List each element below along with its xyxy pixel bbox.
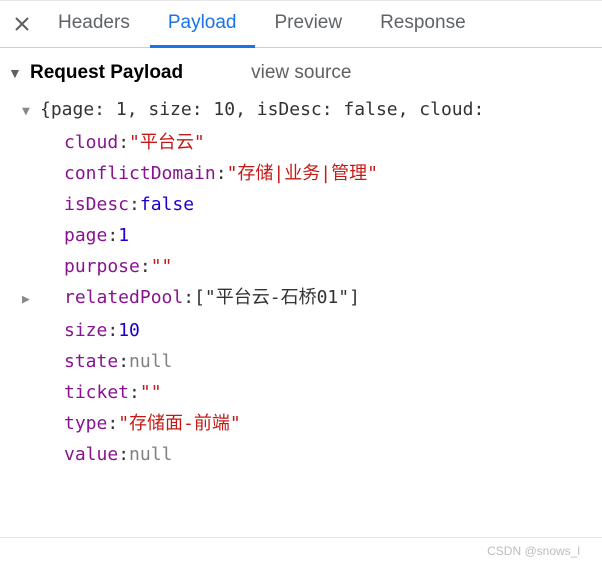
colon: : <box>140 251 151 282</box>
property-key: type <box>64 408 107 439</box>
colon: : <box>107 315 118 346</box>
section-title: Request Payload <box>30 62 183 84</box>
property-value: "平台云" <box>129 127 205 158</box>
tree-row[interactable]: conflictDomain: "存储|业务|管理" <box>22 158 602 189</box>
property-value: null <box>129 439 172 470</box>
tree-row[interactable]: isDesc: false <box>22 189 602 220</box>
colon: : <box>129 189 140 220</box>
property-key: cloud <box>64 127 118 158</box>
tree-row[interactable]: state: null <box>22 346 602 377</box>
colon: : <box>129 377 140 408</box>
property-key: isDesc <box>64 189 129 220</box>
devtools-tab-strip: Headers Payload Preview Response <box>0 0 602 48</box>
property-value: null <box>129 346 172 377</box>
colon: : <box>107 220 118 251</box>
tree-root[interactable]: ▼ {page: 1, size: 10, isDesc: false, clo… <box>22 94 602 127</box>
disclosure-triangle-icon[interactable]: ▼ <box>22 96 40 127</box>
property-key: size <box>64 315 107 346</box>
property-value: 1 <box>118 220 129 251</box>
property-value: "存储面-前端" <box>118 408 241 439</box>
disclosure-triangle-icon[interactable]: ▼ <box>8 65 22 81</box>
property-key: state <box>64 346 118 377</box>
property-value: ["平台云-石桥01"] <box>194 282 360 313</box>
colon: : <box>118 439 129 470</box>
property-key: ticket <box>64 377 129 408</box>
property-value: false <box>140 189 194 220</box>
property-value: "存储|业务|管理" <box>227 158 378 189</box>
property-value: 10 <box>118 315 140 346</box>
disclosure-triangle-icon[interactable]: ▶ <box>22 284 40 315</box>
tree-row[interactable]: value: null <box>22 439 602 470</box>
tab-headers[interactable]: Headers <box>40 2 148 48</box>
property-key: value <box>64 439 118 470</box>
tree-row[interactable]: ticket: "" <box>22 377 602 408</box>
watermark: CSDN @snows_l <box>487 544 580 558</box>
tree-row[interactable]: purpose: "" <box>22 251 602 282</box>
close-icon[interactable] <box>6 15 38 33</box>
property-key: conflictDomain <box>64 158 216 189</box>
tab-preview[interactable]: Preview <box>257 2 361 48</box>
tree-row[interactable]: cloud: "平台云" <box>22 127 602 158</box>
property-key: purpose <box>64 251 140 282</box>
tab-payload[interactable]: Payload <box>150 2 255 48</box>
tree-row[interactable]: size: 10 <box>22 315 602 346</box>
property-key: relatedPool <box>64 282 183 313</box>
colon: : <box>118 127 129 158</box>
object-summary: {page: 1, size: 10, isDesc: false, cloud… <box>40 94 484 125</box>
colon: : <box>118 346 129 377</box>
tree-row[interactable]: page: 1 <box>22 220 602 251</box>
colon: : <box>216 158 227 189</box>
section-header: ▼ Request Payload view source <box>0 48 602 94</box>
view-source-link[interactable]: view source <box>251 62 351 84</box>
property-key: page <box>64 220 107 251</box>
property-value: "" <box>151 251 173 282</box>
colon: : <box>107 408 118 439</box>
property-value: "" <box>140 377 162 408</box>
tree-row[interactable]: ▶ relatedPool: ["平台云-石桥01"] <box>22 282 602 315</box>
divider <box>0 537 602 538</box>
tab-response[interactable]: Response <box>362 2 484 48</box>
payload-tree: ▼ {page: 1, size: 10, isDesc: false, clo… <box>0 94 602 470</box>
colon: : <box>183 282 194 313</box>
tree-row[interactable]: type: "存储面-前端" <box>22 408 602 439</box>
